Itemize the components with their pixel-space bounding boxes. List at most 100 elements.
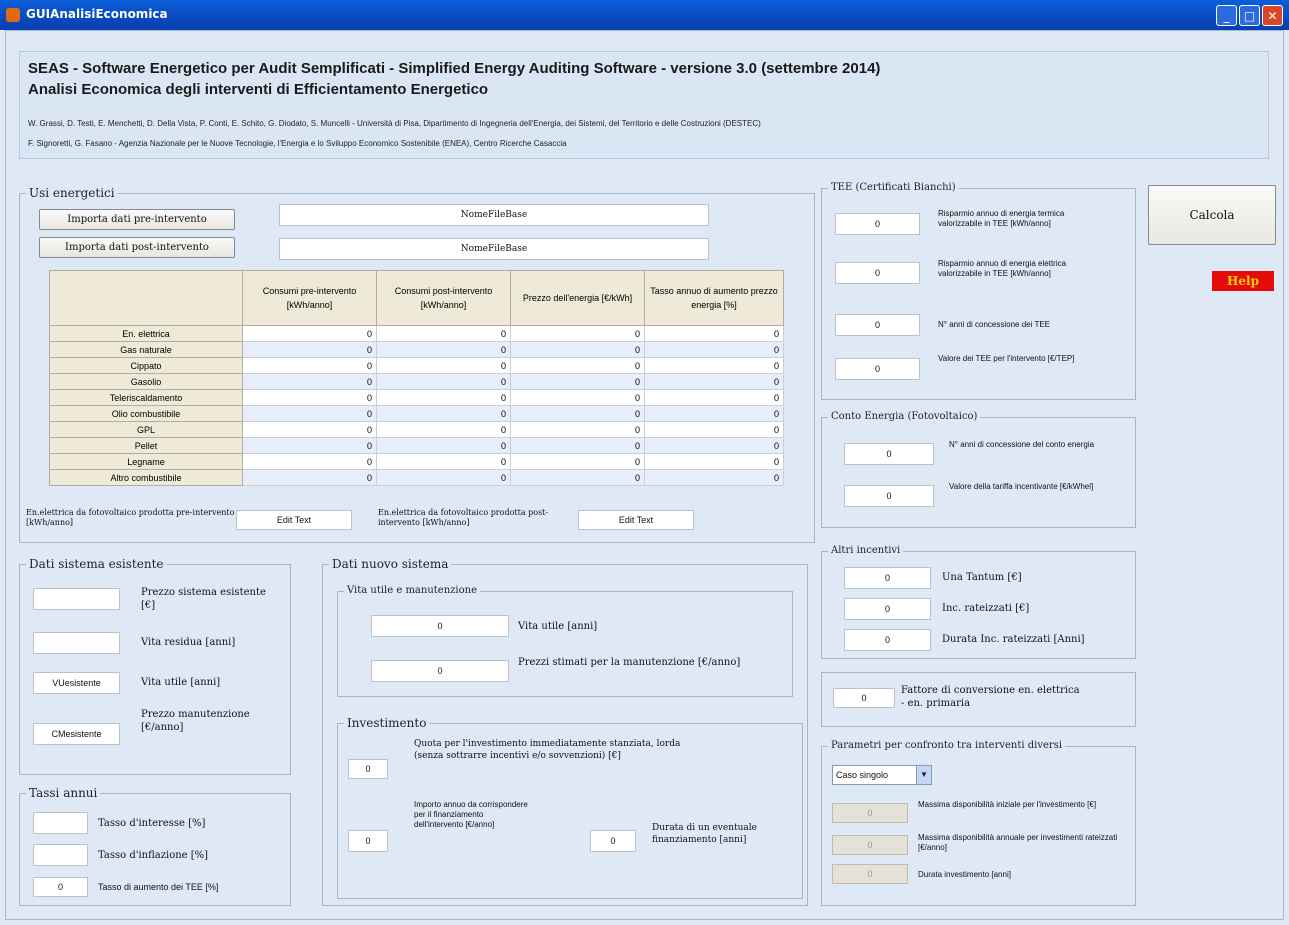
table-cell[interactable]: 0 (242, 453, 377, 470)
tee-anni-field[interactable]: 0 (835, 314, 920, 336)
vita-utile-nuovo-field[interactable]: 0 (371, 615, 509, 637)
durata-rateizzati-field[interactable]: 0 (844, 629, 931, 651)
table-cell[interactable]: 0 (242, 437, 377, 454)
table-cell[interactable]: 0 (376, 437, 511, 454)
table-cell[interactable]: 0 (510, 437, 645, 454)
fv-pre-field[interactable]: Edit Text (236, 510, 352, 530)
table-cell[interactable]: 0 (644, 405, 784, 422)
table-cell[interactable]: 0 (510, 373, 645, 390)
table-cell[interactable]: 0 (644, 437, 784, 454)
tasso-inflazione-field[interactable] (33, 844, 88, 866)
inc-rateizzati-field[interactable]: 0 (844, 598, 931, 620)
table-cell[interactable]: 0 (510, 325, 645, 342)
caso-select[interactable]: Caso singolo ▼ (832, 765, 932, 785)
vita-manutenzione-group: Vita utile e manutenzione 0 Vita utile [… (337, 585, 793, 697)
row-header: Teleriscaldamento (49, 389, 243, 406)
table-cell[interactable]: 0 (644, 453, 784, 470)
fv-pre-label: En.elettrica da fotovoltaico prodotta pr… (26, 508, 235, 527)
importo-annuo-field[interactable]: 0 (348, 830, 388, 852)
table-cell[interactable]: 0 (510, 405, 645, 422)
quota-investimento-field[interactable]: 0 (348, 759, 388, 779)
conto-tariffa-field[interactable]: 0 (844, 485, 934, 507)
table-cell[interactable]: 0 (644, 421, 784, 438)
tee-termica-field[interactable]: 0 (835, 213, 920, 235)
durata-finanziamento-field[interactable]: 0 (590, 830, 636, 852)
table-cell[interactable]: 0 (510, 421, 645, 438)
table-cell[interactable]: 0 (242, 469, 377, 486)
file-post-field[interactable]: NomeFileBase (279, 238, 709, 260)
tee-elettrica-label: Risparmio annuo di energia elettrica val… (938, 259, 1067, 278)
close-icon[interactable]: ✕ (1262, 5, 1283, 26)
table-cell[interactable]: 0 (510, 469, 645, 486)
tee-valore-label: Valore dei TEE per l'intervento [€/TEP] (938, 354, 1075, 363)
fv-post-label: En.elettrica da fotovoltaico prodotta po… (378, 508, 549, 527)
table-cell[interactable]: 0 (644, 357, 784, 374)
max-disponibilita-field[interactable]: 0 (832, 803, 908, 823)
vita-utile-esistente-field[interactable]: VUesistente (33, 672, 120, 694)
import-pre-button[interactable]: Importa dati pre-intervento (39, 209, 235, 230)
table-cell[interactable]: 0 (376, 405, 511, 422)
table-cell[interactable]: 0 (376, 469, 511, 486)
table-cell[interactable]: 0 (242, 357, 377, 374)
una-tantum-field[interactable]: 0 (844, 567, 931, 589)
table-cell[interactable]: 0 (376, 373, 511, 390)
chevron-down-icon[interactable]: ▼ (916, 766, 931, 784)
prezzo-esistente-field[interactable] (33, 588, 120, 610)
table-cell[interactable]: 0 (242, 325, 377, 342)
fattore-conversione-field[interactable]: 0 (833, 688, 895, 708)
vita-residua-field[interactable] (33, 632, 120, 654)
dati-esistente-group: Dati sistema esistente Prezzo sistema es… (19, 557, 291, 775)
import-post-button[interactable]: Importa dati post-intervento (39, 237, 235, 258)
minimize-icon[interactable]: _ (1216, 5, 1237, 26)
conto-anni-label: N° anni di concessione del conto energia (949, 440, 1095, 449)
table-cell[interactable]: 0 (376, 357, 511, 374)
table-cell[interactable]: 0 (376, 389, 511, 406)
window-title: GUIAnalisiEconomica (26, 7, 168, 21)
window-titlebar: GUIAnalisiEconomica _ □ ✕ (0, 0, 1289, 30)
file-pre-field[interactable]: NomeFileBase (279, 204, 709, 226)
consumi-table[interactable]: Consumi pre-intervento [kWh/anno] Consum… (49, 270, 784, 486)
authors-line-2: F. Signoretti, G. Fasano - Agenzia Nazio… (28, 139, 567, 148)
matlab-app-icon (6, 8, 20, 22)
table-cell[interactable]: 0 (242, 389, 377, 406)
tasso-tee-field[interactable]: 0 (33, 877, 88, 897)
table-cell[interactable]: 0 (510, 389, 645, 406)
tee-valore-field[interactable]: 0 (835, 358, 920, 380)
table-cell[interactable]: 0 (242, 341, 377, 358)
quota-investimento-label: Quota per l'investimento immediatamente … (414, 739, 681, 761)
tee-anni-label: N° anni di concessione dei TEE (938, 320, 1051, 329)
table-cell[interactable]: 0 (376, 453, 511, 470)
max-annuale-field[interactable]: 0 (832, 835, 908, 855)
table-cell[interactable]: 0 (510, 453, 645, 470)
tee-elettrica-field[interactable]: 0 (835, 262, 920, 284)
manutenzione-nuovo-field[interactable]: 0 (371, 660, 509, 682)
table-cell[interactable]: 0 (242, 405, 377, 422)
manutenzione-esistente-label: Prezzo manutenzione [€/anno] (141, 709, 250, 733)
table-cell[interactable]: 0 (376, 325, 511, 342)
manutenzione-esistente-field[interactable]: CMesistente (33, 723, 120, 745)
main-panel: SEAS - Software Energetico per Audit Sem… (5, 30, 1284, 920)
vita-residua-label: Vita residua [anni] (141, 637, 236, 648)
calcola-button[interactable]: Calcola (1148, 185, 1276, 245)
table-cell[interactable]: 0 (510, 357, 645, 374)
table-cell[interactable]: 0 (242, 421, 377, 438)
table-cell[interactable]: 0 (644, 341, 784, 358)
maximize-icon[interactable]: □ (1239, 5, 1260, 26)
help-button[interactable]: Help (1212, 271, 1274, 291)
table-cell[interactable]: 0 (376, 341, 511, 358)
usi-energetici-group: Usi energetici Importa dati pre-interven… (19, 186, 815, 543)
fv-post-field[interactable]: Edit Text (578, 510, 694, 530)
vita-utile-esistente-label: Vita utile [anni] (141, 677, 221, 688)
table-cell[interactable]: 0 (510, 341, 645, 358)
table-cell[interactable]: 0 (644, 373, 784, 390)
table-cell[interactable]: 0 (376, 421, 511, 438)
fattore-conversione-label: Fattore di conversione en. elettrica - e… (901, 685, 1080, 709)
table-cell[interactable]: 0 (644, 389, 784, 406)
conto-anni-field[interactable]: 0 (844, 443, 934, 465)
durata-investimento-field[interactable]: 0 (832, 864, 908, 884)
row-header: GPL (49, 421, 243, 438)
tasso-interesse-field[interactable] (33, 812, 88, 834)
table-cell[interactable]: 0 (644, 469, 784, 486)
table-cell[interactable]: 0 (242, 373, 377, 390)
table-cell[interactable]: 0 (644, 325, 784, 342)
